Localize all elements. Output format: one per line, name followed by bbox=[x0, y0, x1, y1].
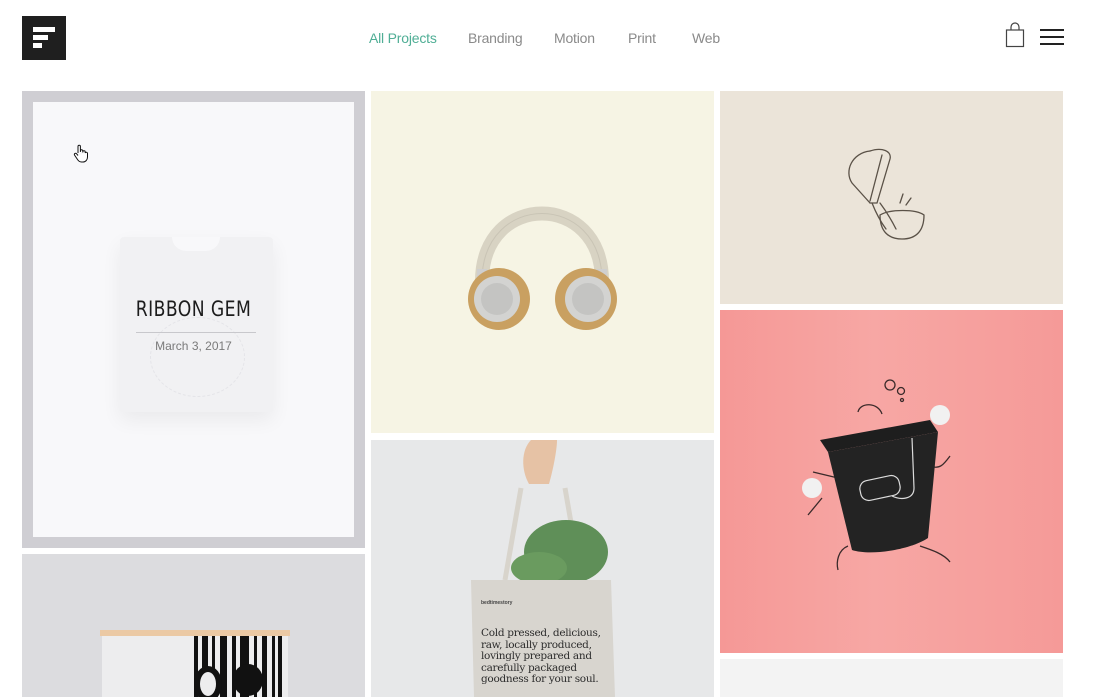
nav-all-projects[interactable]: All Projects bbox=[369, 30, 437, 46]
shopping-bag-icon[interactable] bbox=[1005, 22, 1025, 48]
portfolio-item-tote-bag[interactable]: bedtimestory Cold pressed, delicious, ra… bbox=[371, 440, 714, 697]
title-divider bbox=[136, 332, 256, 333]
nav-motion[interactable]: Motion bbox=[554, 30, 595, 46]
tote-brand-text: bedtimestory bbox=[481, 600, 513, 606]
project-title[interactable]: RIBBON GEM bbox=[62, 297, 325, 321]
nav-print[interactable]: Print bbox=[628, 30, 656, 46]
portfolio-item-ribbon-gem[interactable]: RIBBON GEM March 3, 2017 bbox=[22, 91, 365, 548]
project-date: March 3, 2017 bbox=[155, 339, 232, 353]
hover-overlay: RIBBON GEM March 3, 2017 bbox=[33, 102, 354, 537]
nav-web[interactable]: Web bbox=[692, 30, 720, 46]
tshirt-collar bbox=[172, 237, 220, 251]
pour-sketch-image bbox=[848, 148, 925, 240]
poster-image bbox=[100, 630, 290, 697]
hamburger-menu-icon[interactable] bbox=[1040, 29, 1064, 47]
portfolio-item-poster[interactable] bbox=[22, 554, 365, 697]
headphones-image bbox=[468, 206, 617, 330]
menu-line bbox=[1040, 36, 1064, 38]
tshirt-print bbox=[150, 317, 245, 397]
portfolio-item-trash-can[interactable] bbox=[720, 310, 1063, 653]
tote-bag-text: Cold pressed, delicious, raw, locally pr… bbox=[481, 627, 601, 685]
hand-cursor-icon bbox=[73, 144, 88, 163]
nav-branding[interactable]: Branding bbox=[468, 30, 523, 46]
portfolio-item-light[interactable] bbox=[720, 659, 1063, 697]
portfolio-item-pour-sketch[interactable] bbox=[720, 91, 1063, 304]
filter-nav: All Projects Branding Motion Print Web bbox=[0, 30, 1100, 50]
menu-line bbox=[1040, 43, 1064, 45]
portfolio-item-headphones[interactable] bbox=[371, 91, 714, 433]
trash-can-image bbox=[802, 379, 951, 571]
site-header: All Projects Branding Motion Print Web bbox=[0, 0, 1100, 80]
tshirt-image bbox=[120, 237, 273, 412]
menu-line bbox=[1040, 29, 1064, 31]
